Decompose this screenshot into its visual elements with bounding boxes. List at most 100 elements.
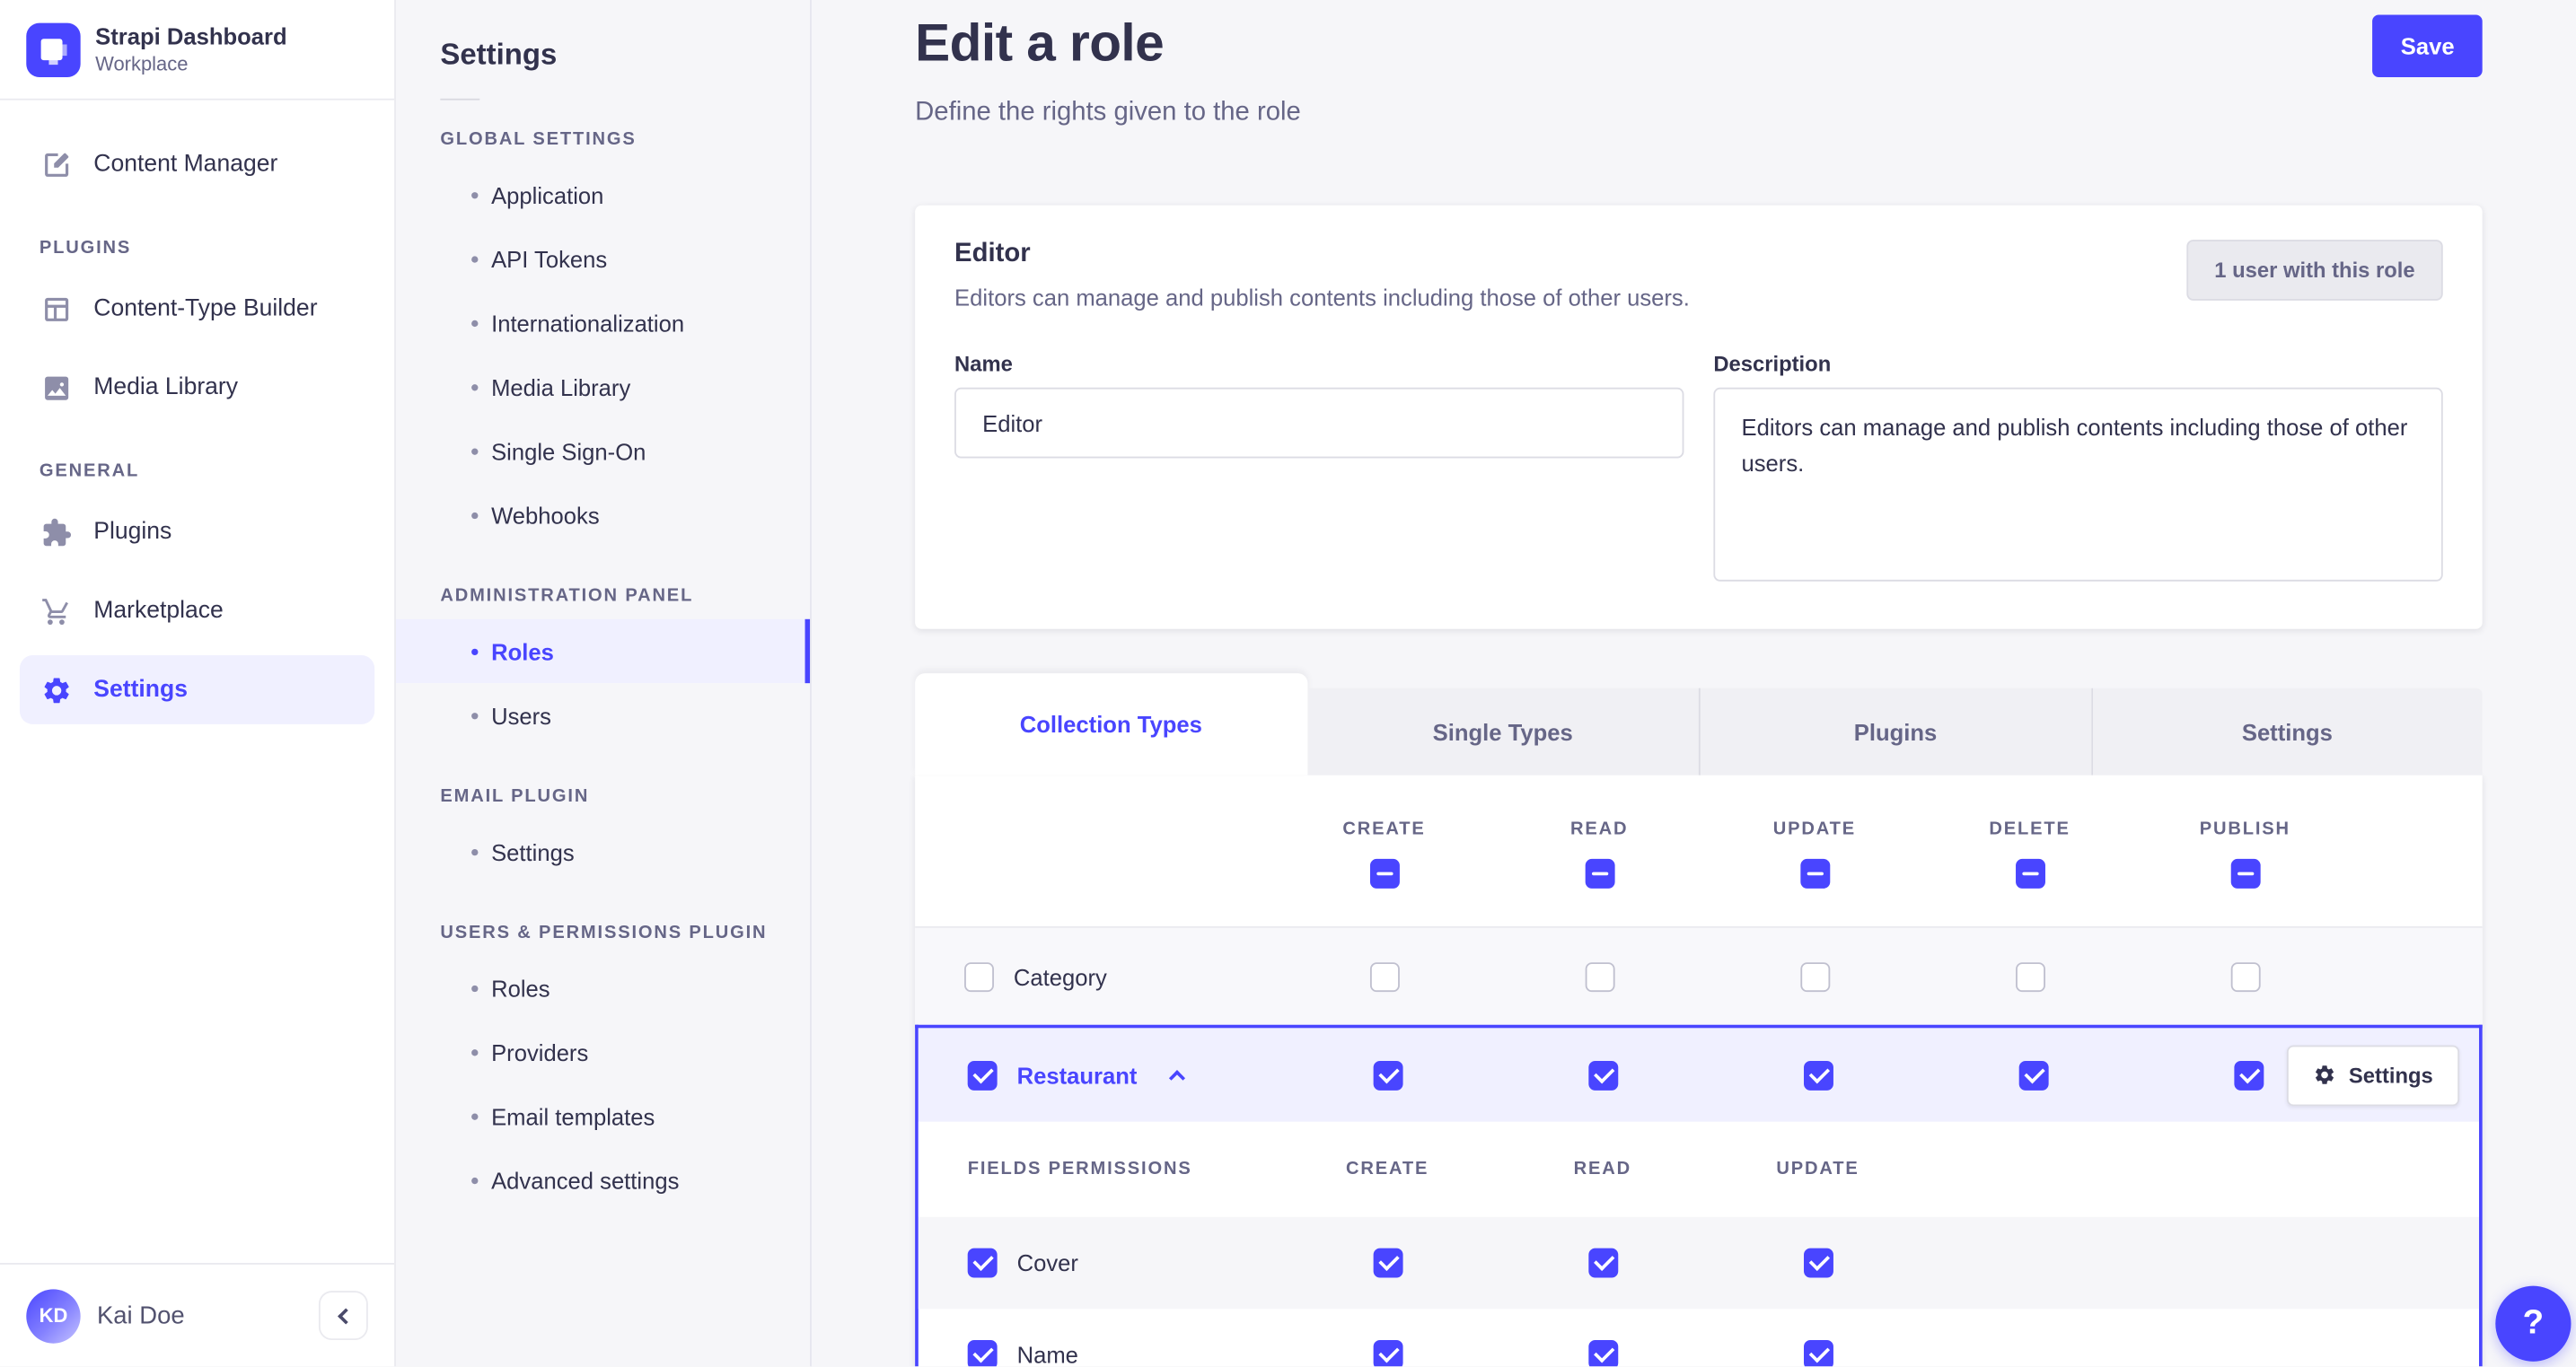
cover-create-checkbox[interactable]	[1372, 1248, 1402, 1278]
column-create: CREATE	[1277, 813, 1492, 889]
subnav-item-up-roles[interactable]: Roles	[396, 956, 810, 1020]
subnav-item-up-email-templates[interactable]: Email templates	[396, 1084, 810, 1148]
subnav-item-webhooks[interactable]: Webhooks	[396, 483, 810, 547]
main-sidebar: Strapi Dashboard Workplace Content Manag…	[0, 0, 396, 1367]
user-menu[interactable]: KD Kai Doe	[26, 1288, 185, 1343]
description-label: Description	[1713, 351, 1832, 377]
subnav-item-label: Advanced settings	[491, 1167, 680, 1194]
subnav-item-email-settings[interactable]: Settings	[396, 819, 810, 883]
restaurant-delete-checkbox[interactable]	[2018, 1060, 2048, 1091]
role-card-heading: Editor Editors can manage and publish co…	[954, 240, 1690, 311]
subnav-item-admin-roles[interactable]: Roles	[395, 618, 811, 684]
gear-icon	[40, 673, 73, 706]
category-delete-checkbox[interactable]	[2015, 961, 2045, 992]
subnav-item-label: Application	[491, 181, 604, 208]
permissions-table: CREATE READ UPDATE DELETE PUBLISH Catego…	[915, 775, 2483, 1367]
tab-strip: Collection Types Single Types Plugins Se…	[915, 673, 2483, 776]
name-read-checkbox[interactable]	[1587, 1340, 1618, 1367]
subnav-item-single-sign-on[interactable]: Single Sign-On	[396, 419, 810, 483]
settings-button-label: Settings	[2348, 1062, 2433, 1088]
save-button[interactable]: Save	[2372, 14, 2483, 77]
cover-update-checkbox[interactable]	[1803, 1248, 1833, 1278]
column-label: READ	[1570, 819, 1629, 839]
category-create-checkbox[interactable]	[1369, 961, 1399, 992]
tab-single-types[interactable]: Single Types	[1306, 688, 1699, 776]
subnav-item-label: Providers	[491, 1038, 589, 1065]
help-button[interactable]: ?	[2495, 1285, 2572, 1362]
restaurant-update-checkbox[interactable]	[1803, 1060, 1833, 1091]
subnav-item-internationalization[interactable]: Internationalization	[396, 291, 810, 355]
settings-subnav: Settings GLOBAL SETTINGS Application API…	[395, 0, 812, 1367]
sidebar-item-media-library[interactable]: Media Library	[20, 354, 374, 423]
category-toggle[interactable]: Category	[915, 961, 1277, 992]
select-all-update-checkbox[interactable]	[1799, 858, 1830, 889]
permissions-section: Collection Types Single Types Plugins Se…	[915, 673, 2483, 1367]
subnav-item-label: Settings	[491, 838, 575, 865]
cart-icon	[40, 595, 73, 628]
brand-workspace: Workplace	[95, 51, 189, 75]
name-create-checkbox[interactable]	[1372, 1340, 1402, 1367]
tab-settings[interactable]: Settings	[2090, 688, 2483, 776]
restaurant-expanded-zone: Restaurant Settings FIELDS PERMISSIONS C…	[915, 1024, 2483, 1367]
column-publish: PUBLISH	[2137, 813, 2352, 889]
restaurant-checkbox[interactable]	[967, 1060, 998, 1091]
subnav-item-admin-users[interactable]: Users	[396, 683, 810, 747]
cover-read-checkbox[interactable]	[1587, 1248, 1618, 1278]
category-read-checkbox[interactable]	[1584, 961, 1614, 992]
name-field-group: Name	[954, 352, 1684, 590]
select-all-publish-checkbox[interactable]	[2229, 858, 2260, 889]
sidebar-nav: Content Manager PLUGINS Content-Type Bui…	[0, 101, 394, 725]
subnav-item-media-library[interactable]: Media Library	[396, 355, 810, 418]
category-update-checkbox[interactable]	[1799, 961, 1830, 992]
column-label: PUBLISH	[2199, 819, 2290, 839]
name-update-checkbox[interactable]	[1803, 1340, 1833, 1367]
subnav-item-label: Roles	[491, 974, 550, 1002]
sidebar-item-settings[interactable]: Settings	[19, 655, 375, 725]
users-with-role-button[interactable]: 1 user with this role	[2186, 240, 2443, 301]
subnav-divider	[440, 98, 480, 101]
role-card-top: Editor Editors can manage and publish co…	[954, 240, 2443, 311]
sidebar-section-plugins: PLUGINS	[39, 238, 132, 259]
media-library-icon	[40, 372, 73, 405]
sidebar-item-label: Marketplace	[93, 598, 224, 625]
tab-collection-types[interactable]: Collection Types	[915, 673, 1307, 776]
subnav-item-api-tokens[interactable]: API Tokens	[396, 226, 810, 290]
restaurant-create-checkbox[interactable]	[1372, 1060, 1402, 1091]
name-input[interactable]	[954, 387, 1684, 459]
role-card: Editor Editors can manage and publish co…	[915, 205, 2483, 629]
brand-title: Strapi Dashboard	[95, 22, 287, 49]
restaurant-settings-button[interactable]: Settings	[2286, 1044, 2460, 1106]
chevron-left-icon	[338, 1307, 355, 1324]
tab-plugins[interactable]: Plugins	[1698, 688, 2091, 776]
restaurant-toggle[interactable]: Restaurant	[919, 1060, 1280, 1091]
restaurant-read-checkbox[interactable]	[1587, 1060, 1618, 1091]
collapse-sidebar-button[interactable]	[318, 1291, 368, 1341]
subnav-item-label: API Tokens	[491, 245, 608, 272]
table-row-name: Name	[919, 1309, 2479, 1367]
table-row-category: Category	[915, 925, 2483, 1025]
sidebar-item-plugins[interactable]: Plugins	[20, 498, 374, 567]
subnav-item-up-providers[interactable]: Providers	[396, 1020, 810, 1083]
sidebar-item-label: Media Library	[93, 374, 239, 401]
table-row-restaurant: Restaurant Settings	[918, 1028, 2480, 1122]
subnav-item-label: Internationalization	[491, 309, 685, 337]
column-label: READ	[1573, 1159, 1632, 1179]
row-label: Category	[1013, 963, 1107, 990]
sidebar-item-content-type-builder[interactable]: Content-Type Builder	[20, 275, 374, 344]
sidebar-item-content-manager[interactable]: Content Manager	[20, 130, 374, 199]
subnav-item-up-advanced-settings[interactable]: Advanced settings	[396, 1148, 810, 1212]
category-publish-checkbox[interactable]	[2229, 961, 2260, 992]
fields-permissions-header: FIELDS PERMISSIONS CREATE READ UPDATE	[918, 1121, 2480, 1217]
subnav-item-label: Email templates	[491, 1102, 655, 1129]
sidebar-item-marketplace[interactable]: Marketplace	[20, 576, 374, 645]
restaurant-publish-checkbox[interactable]	[2233, 1060, 2264, 1091]
category-checkbox[interactable]	[964, 961, 994, 992]
description-textarea[interactable]: Editors can manage and publish contents …	[1713, 387, 2443, 582]
select-all-read-checkbox[interactable]	[1584, 858, 1614, 889]
select-all-create-checkbox[interactable]	[1369, 858, 1399, 889]
puzzle-icon	[40, 516, 73, 549]
name-checkbox[interactable]	[967, 1340, 998, 1367]
subnav-item-application[interactable]: Application	[396, 162, 810, 226]
cover-checkbox[interactable]	[967, 1248, 998, 1278]
select-all-delete-checkbox[interactable]	[2015, 858, 2045, 889]
